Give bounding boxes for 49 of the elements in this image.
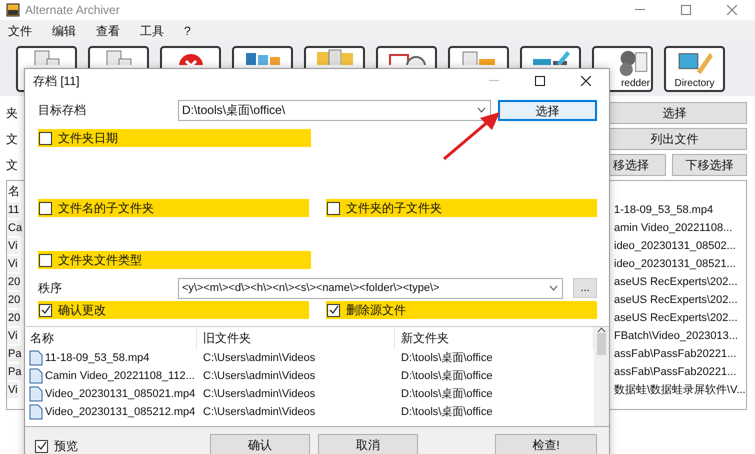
list-cell: 20 xyxy=(7,292,20,308)
list-cell-text: 1-18-09_53_58.mp4 xyxy=(614,202,714,218)
table-cell-text: C:\Users\admin\Videos xyxy=(202,404,316,420)
table-cell-text: Video_20230131_085021.mp4 xyxy=(45,386,196,402)
column-header: 名 xyxy=(7,183,21,200)
list-cell: Vi xyxy=(7,328,18,344)
list-cell: 11 xyxy=(7,202,20,218)
list-cell-text: ideo_20230131_08502... xyxy=(614,238,737,254)
list-cell: 20 xyxy=(7,274,20,290)
list-cell-text: aseUS RecExperts\202... xyxy=(614,292,739,308)
list-cell-text: 数据蛙\数据蛙录屏软件\V... xyxy=(614,382,746,398)
window-title: Alternate Archiver xyxy=(25,2,120,19)
list-cell: Pa xyxy=(7,346,22,362)
field-label: 文 xyxy=(6,157,18,174)
option-label: 删除源文件 xyxy=(346,304,406,316)
dialog-title: 存档 [11] xyxy=(33,73,80,90)
table-cell-text: C:\Users\admin\Videos xyxy=(202,386,316,402)
list-cell-text: assFab\PassFab20221... xyxy=(614,364,738,380)
table-cell-text: C:\Users\admin\Videos xyxy=(202,368,316,384)
option-label: 确认更改 xyxy=(58,304,106,316)
table-cell-text: D:\tools\桌面\office xyxy=(400,368,494,384)
table-cell-text: Camin Video_20221108_112... xyxy=(45,368,195,384)
field-label: 文 xyxy=(6,131,18,148)
list-cell-text: amin Video_20221108... xyxy=(614,220,734,236)
list-cell-text: ideo_20230131_08521... xyxy=(614,256,737,272)
list-cell: Ca xyxy=(7,220,22,236)
table-cell-text: C:\Users\admin\Videos xyxy=(202,350,316,366)
list-cell: Pa xyxy=(7,364,22,380)
list-cell-text: FBatch\Video_2023013... xyxy=(614,328,739,344)
table-cell-text: D:\tools\桌面\office xyxy=(400,350,494,366)
checkbox-label: 预览 xyxy=(54,438,78,454)
list-cell: 20 xyxy=(7,310,20,326)
list-cell: Vi xyxy=(7,256,18,272)
list-cell-text: assFab\PassFab20221... xyxy=(614,346,738,362)
list-cell: Vi xyxy=(7,382,18,398)
table-cell-text: D:\tools\桌面\office xyxy=(400,386,494,402)
list-cell-text: aseUS RecExperts\202... xyxy=(614,274,739,290)
option-label: 文件夹日期 xyxy=(58,132,118,144)
option-label: 文件夹的子文件夹 xyxy=(346,202,442,214)
table-cell-text: Video_20230131_085212.mp4 xyxy=(45,404,196,420)
field-label: 目标存档 xyxy=(38,102,87,119)
field-label: 秩序 xyxy=(38,280,63,297)
list-cell-text: aseUS RecExperts\202... xyxy=(614,310,739,326)
option-label: 文件夹文件类型 xyxy=(58,254,142,266)
list-cell: Vi xyxy=(7,238,18,254)
option-label: 文件名的子文件夹 xyxy=(58,202,154,214)
table-cell-text: D:\tools\桌面\office xyxy=(400,404,494,420)
table-cell-text: 11-18-09_53_58.mp4 xyxy=(45,350,150,366)
field-label: 夹 xyxy=(6,105,18,122)
